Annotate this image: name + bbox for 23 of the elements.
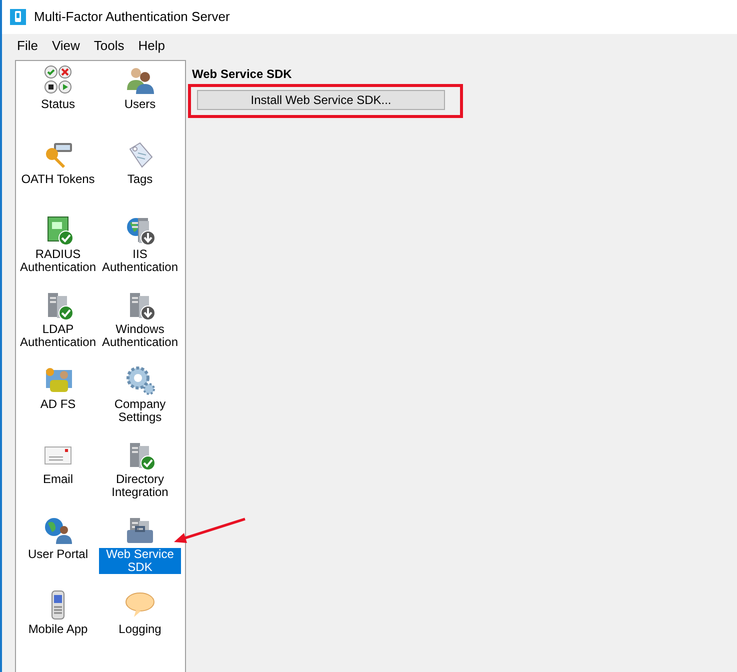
window-title: Multi-Factor Authentication Server [34,8,230,26]
nav-item-label[interactable]: RADIUS Authentication [17,248,99,274]
nav-item-label[interactable]: Mobile App [26,623,90,636]
menu-item[interactable]: File [10,36,45,56]
nav-item-label[interactable]: Users [122,98,158,111]
section-heading: Web Service SDK [192,66,293,81]
nav-item-label[interactable]: Company Settings [99,398,181,424]
nav-item-label[interactable]: Logging [116,623,164,636]
nav-item-label[interactable]: Web Service SDK [99,548,181,574]
nav-item-label[interactable]: Email [40,473,75,486]
nav-item-label[interactable]: Tags [125,173,155,186]
nav-item-label[interactable]: Windows Authentication [99,323,181,349]
nav-item-label[interactable]: LDAP Authentication [17,323,99,349]
nav-item-label[interactable]: Directory Integration [99,473,181,499]
menu-item[interactable]: Help [131,36,172,56]
nav-item-label[interactable]: Status [38,98,78,111]
nav-item-label[interactable]: OATH Tokens [19,173,97,186]
nav-item-label[interactable]: User Portal [26,548,90,561]
menu-item[interactable]: View [44,36,87,56]
menu-item[interactable]: Tools [86,36,132,56]
nav-item-label[interactable]: AD FS [38,398,78,411]
nav-item-label[interactable]: IIS Authentication [99,248,181,274]
install-button[interactable]: Install Web Service SDK... [197,90,445,110]
